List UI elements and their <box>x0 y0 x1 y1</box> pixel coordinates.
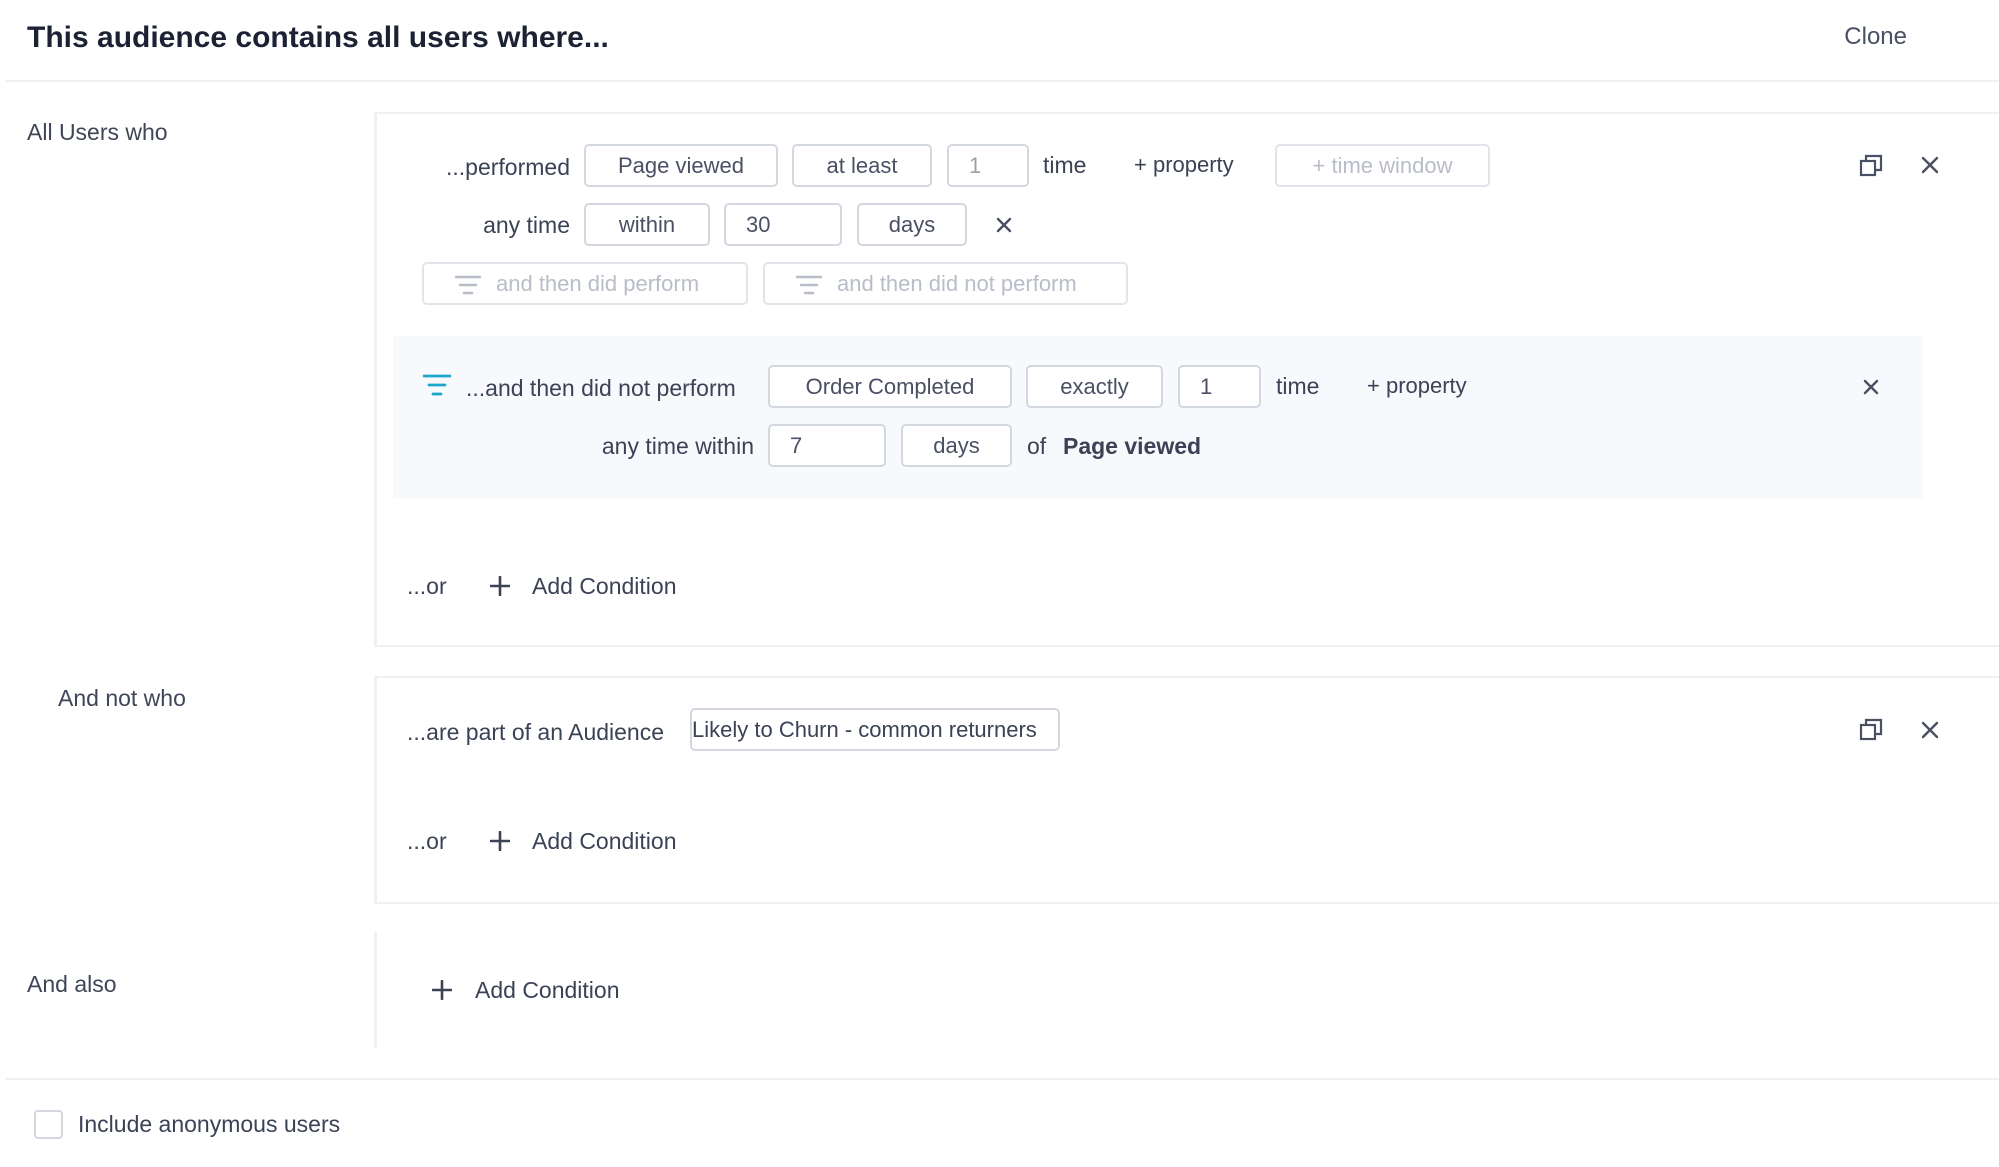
of-label: of <box>1027 433 1047 459</box>
within-days-input[interactable]: 30 <box>724 203 842 246</box>
any-time-within-label: any time within <box>601 433 754 459</box>
funnel-icon <box>423 374 451 396</box>
close-icon[interactable] <box>1921 721 1939 739</box>
operator-select[interactable]: at least <box>792 144 932 187</box>
or-label: ...or <box>407 573 447 599</box>
include-anonymous-label: Include anonymous users <box>78 1111 341 1137</box>
close-icon[interactable] <box>1921 156 1939 174</box>
sub-add-property-link[interactable]: + property <box>1367 368 1467 404</box>
and-then-did-perform-button[interactable]: and then did perform <box>422 262 748 305</box>
and-then-did-not-perform-label: and then did not perform <box>837 271 1077 296</box>
close-icon[interactable] <box>996 217 1012 233</box>
time-mode-select[interactable]: within <box>584 203 710 246</box>
header-divider <box>5 80 1999 82</box>
add-property-link[interactable]: + property <box>1134 147 1234 183</box>
event-select[interactable]: Page viewed <box>584 144 778 187</box>
sub-condition-panel <box>393 336 1923 498</box>
time-unit-label: time <box>1043 152 1087 178</box>
sub-within-input[interactable]: 7 <box>768 424 886 467</box>
sub-count-input[interactable]: 1 <box>1178 365 1261 408</box>
footer-divider <box>5 1078 1999 1080</box>
sub-time-unit-label: time <box>1276 373 1320 399</box>
plus-icon <box>490 831 510 851</box>
add-condition-label: Add Condition <box>532 573 677 599</box>
close-icon[interactable] <box>1863 379 1879 395</box>
duplicate-icon[interactable] <box>1859 717 1884 742</box>
performed-label: ...performed <box>446 154 570 180</box>
and-then-did-perform-label: and then did perform <box>496 271 700 296</box>
page-title: This audience contains all users where..… <box>27 21 609 54</box>
any-time-label: any time <box>483 212 570 238</box>
sub-operator-select[interactable]: exactly <box>1026 365 1163 408</box>
sub-time-unit-select[interactable]: days <box>901 424 1012 467</box>
time-unit-select[interactable]: days <box>857 203 967 246</box>
add-condition-label: Add Condition <box>475 977 620 1003</box>
audience-input[interactable]: Likely to Churn - common returners <box>690 708 1060 751</box>
section-label-and-not-who: And not who <box>58 685 186 711</box>
duplicate-icon[interactable] <box>1859 153 1884 178</box>
sub-event-select[interactable]: Order Completed <box>768 365 1012 408</box>
of-event-label: Page viewed <box>1063 433 1202 459</box>
and-then-did-not-perform-button[interactable]: and then did not perform <box>763 262 1128 305</box>
or-label: ...or <box>407 828 447 854</box>
include-anonymous-checkbox[interactable] <box>34 1110 63 1139</box>
condition-panel-and-not-who <box>374 676 1999 904</box>
clone-button[interactable]: Clone <box>1844 20 1907 54</box>
count-input[interactable]: 1 <box>947 144 1029 187</box>
section-label-and-also: And also <box>27 971 117 997</box>
plus-icon <box>432 980 452 1000</box>
add-condition-label: Add Condition <box>532 828 677 854</box>
section-label-all-users: All Users who <box>27 119 168 145</box>
did-not-perform-label: ...and then did not perform <box>466 375 736 401</box>
condition-panel-and-also <box>374 932 377 1048</box>
funnel-icon <box>455 275 481 295</box>
part-of-audience-label: ...are part of an Audience <box>407 719 665 745</box>
funnel-icon <box>796 275 822 295</box>
add-time-window-button[interactable]: + time window <box>1275 144 1490 187</box>
plus-icon <box>490 576 510 596</box>
